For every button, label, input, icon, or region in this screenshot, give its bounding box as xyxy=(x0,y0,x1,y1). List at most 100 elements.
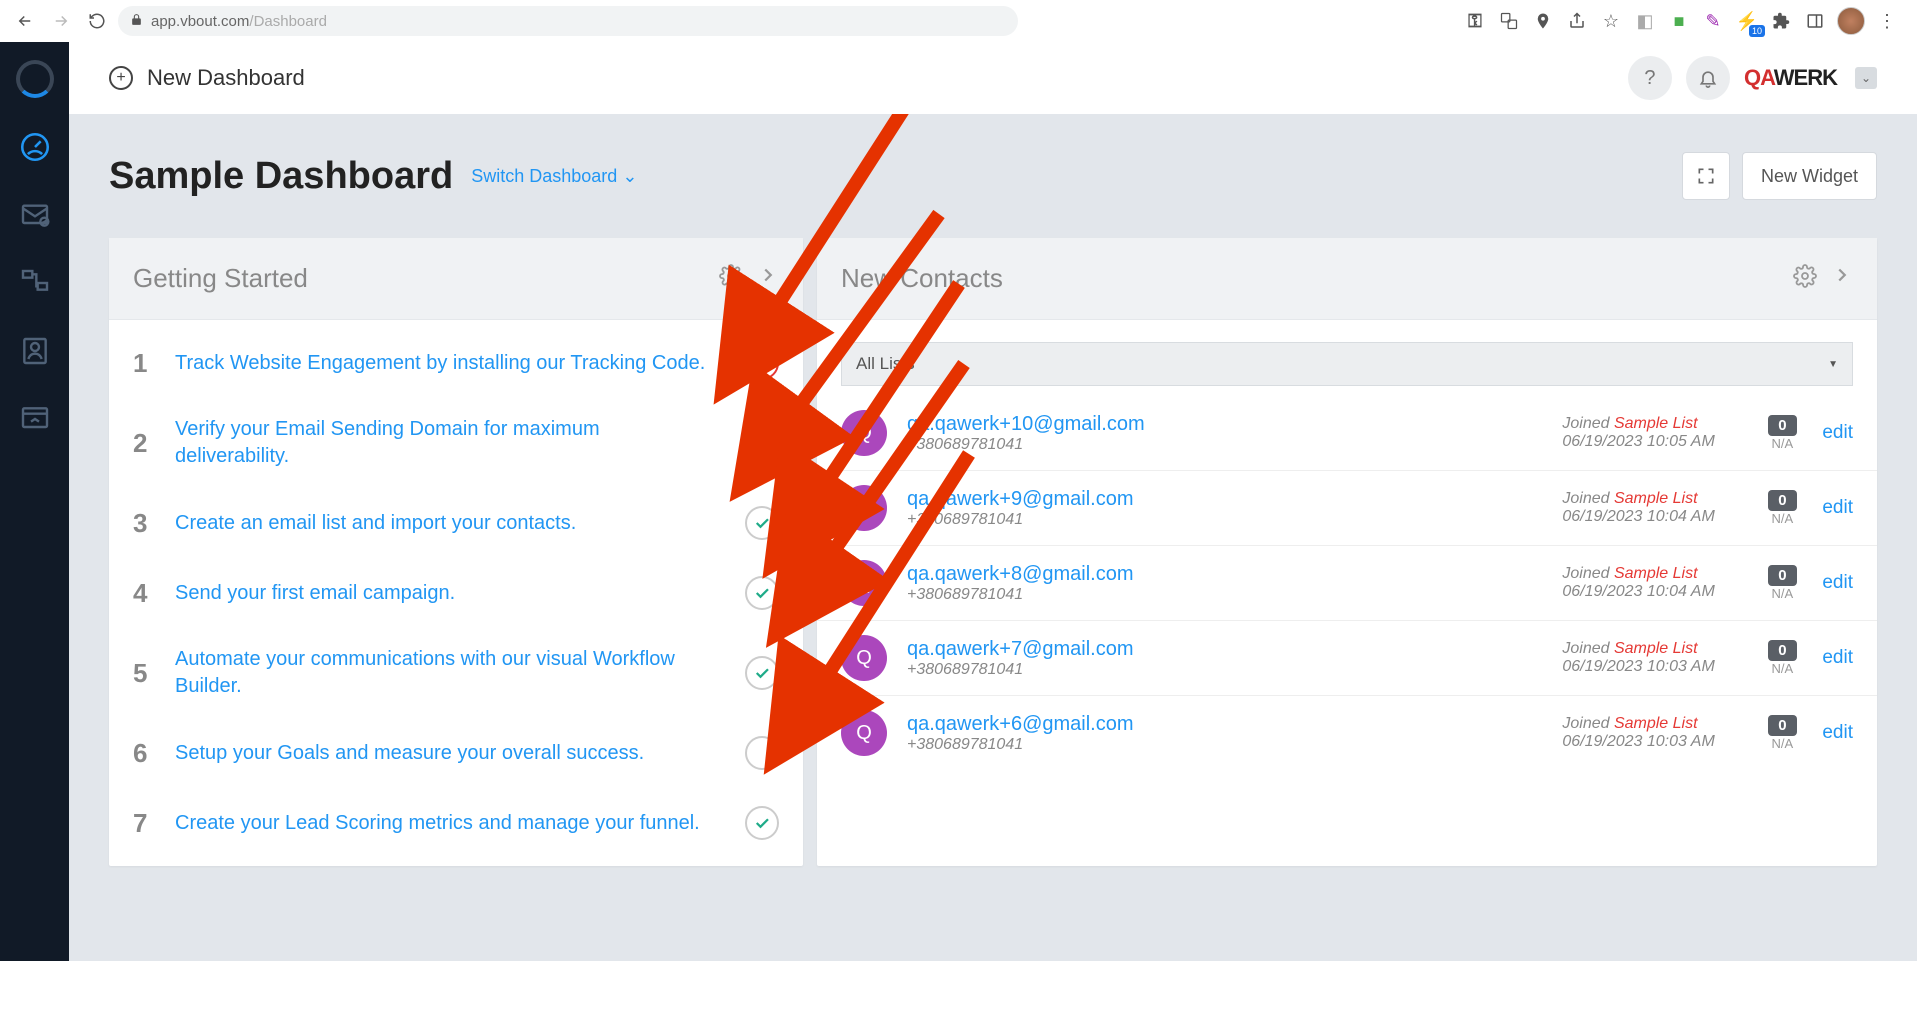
edit-link[interactable]: edit xyxy=(1822,722,1853,744)
key-icon[interactable]: ⚿ xyxy=(1463,9,1487,33)
nav-contacts[interactable] xyxy=(16,332,54,370)
forward-button[interactable] xyxy=(46,6,76,36)
fullscreen-button[interactable] xyxy=(1682,152,1730,200)
step-status-icon xyxy=(745,506,779,540)
panel-title: Getting Started xyxy=(133,263,308,294)
step-row: 3Create an email list and import your co… xyxy=(133,488,779,558)
contact-row: Qqa.qawerk+6@gmail.com+380689781041Joine… xyxy=(817,696,1877,770)
step-status-icon xyxy=(745,426,779,460)
bookmark-icon[interactable]: ☆ xyxy=(1599,9,1623,33)
step-status-icon xyxy=(745,656,779,690)
step-row: 5 Automate your communications with our v… xyxy=(133,628,779,718)
step-row: 4 Send your first email campaign. xyxy=(133,558,779,628)
help-button[interactable]: ? xyxy=(1628,56,1672,100)
back-button[interactable] xyxy=(10,6,40,36)
new-dashboard-link[interactable]: New Dashboard xyxy=(147,65,305,91)
contact-row: Qqa.qawerk+7@gmail.com+380689781041Joine… xyxy=(817,621,1877,696)
reload-button[interactable] xyxy=(82,6,112,36)
ext-icon-2[interactable]: ■ xyxy=(1667,9,1691,33)
browser-toolbar: app.vbout.com/Dashboard ⚿ ☆ ◧ ■ ✎ ⚡ ⋮ xyxy=(0,0,1917,42)
translate-icon[interactable] xyxy=(1497,9,1521,33)
extensions-icon[interactable] xyxy=(1769,9,1793,33)
edit-link[interactable]: edit xyxy=(1822,572,1853,594)
edit-link[interactable]: edit xyxy=(1822,647,1853,669)
nav-dashboard[interactable] xyxy=(16,128,54,166)
contact-email-link[interactable]: qa.qawerk+9@gmail.com xyxy=(907,488,1542,511)
dropdown-triangle-icon: ▼ xyxy=(1828,359,1838,370)
lock-icon xyxy=(130,13,143,29)
add-dashboard-icon[interactable]: + xyxy=(109,66,133,90)
step-link[interactable]: Automate your communications with our vi… xyxy=(175,646,725,700)
sidebar xyxy=(0,42,69,961)
page-title: Sample Dashboard xyxy=(109,155,453,198)
contact-count: 0N/A xyxy=(1762,565,1802,601)
contact-email-link[interactable]: qa.qawerk+10@gmail.com xyxy=(907,413,1542,436)
contact-avatar: Q xyxy=(841,560,887,606)
contact-avatar: Q xyxy=(841,410,887,456)
address-bar[interactable]: app.vbout.com/Dashboard xyxy=(118,6,1018,36)
contact-email-link[interactable]: qa.qawerk+8@gmail.com xyxy=(907,563,1542,586)
account-menu-toggle[interactable]: ⌄ xyxy=(1855,67,1877,89)
list-filter-select[interactable]: All Lists ▼ xyxy=(841,342,1853,386)
contact-row: Qqa.qawerk+9@gmail.com+380689781041 Joine… xyxy=(817,471,1877,546)
contact-row: Qqa.qawerk+10@gmail.com+380689781041 Join… xyxy=(817,396,1877,471)
account-logo[interactable]: QAWERK xyxy=(1744,65,1837,91)
location-icon[interactable] xyxy=(1531,9,1555,33)
menu-icon[interactable]: ⋮ xyxy=(1875,9,1899,33)
step-link[interactable]: Track Website Engagement by installing o… xyxy=(175,350,725,377)
filter-label: All Lists xyxy=(856,354,915,374)
step-link[interactable]: Create an email list and import your con… xyxy=(175,510,725,537)
ext-icon-4[interactable]: ⚡ xyxy=(1735,9,1759,33)
step-number: 2 xyxy=(133,428,155,459)
step-number: 4 xyxy=(133,578,155,609)
step-status-icon xyxy=(745,806,779,840)
gear-icon[interactable] xyxy=(1793,264,1817,294)
step-link[interactable]: Verify your Email Sending Domain for max… xyxy=(175,416,725,470)
contact-phone: +380689781041 xyxy=(907,736,1542,754)
step-row: 7Create your Lead Scoring metrics and ma… xyxy=(133,788,779,858)
new-widget-button[interactable]: New Widget xyxy=(1742,152,1877,200)
contact-phone: +380689781041 xyxy=(907,511,1542,529)
sidepanel-icon[interactable] xyxy=(1803,9,1827,33)
topbar: + New Dashboard ? QAWERK ⌄ xyxy=(69,42,1917,114)
contact-count: 0N/A xyxy=(1762,415,1802,451)
panel-title: New Contacts xyxy=(841,263,1003,294)
chevron-right-icon[interactable] xyxy=(1831,264,1853,294)
contact-joined: Joined Sample List06/19/2023 10:03 AM xyxy=(1562,640,1742,676)
contact-count: 0N/A xyxy=(1762,640,1802,676)
getting-started-panel: Getting Started 1Track Website Engagemen… xyxy=(109,238,803,866)
contact-avatar: Q xyxy=(841,485,887,531)
contact-joined: Joined Sample List06/19/2023 10:05 AM xyxy=(1562,415,1742,451)
share-icon[interactable] xyxy=(1565,9,1589,33)
ext-icon-1[interactable]: ◧ xyxy=(1633,9,1657,33)
step-status-icon xyxy=(745,346,779,380)
step-status-icon xyxy=(745,736,779,770)
nav-automation[interactable] xyxy=(16,264,54,302)
step-row: 2 Verify your Email Sending Domain for ma… xyxy=(133,398,779,488)
edit-link[interactable]: edit xyxy=(1822,497,1853,519)
edit-link[interactable]: edit xyxy=(1822,422,1853,444)
profile-avatar[interactable] xyxy=(1837,7,1865,35)
contact-avatar: Q xyxy=(841,635,887,681)
notifications-button[interactable] xyxy=(1686,56,1730,100)
step-row: 6 Setup your Goals and measure your overa… xyxy=(133,718,779,788)
contact-joined: Joined Sample List06/19/2023 10:04 AM xyxy=(1562,565,1742,601)
step-link[interactable]: Send your first email campaign. xyxy=(175,580,725,607)
contact-phone: +380689781041 xyxy=(907,436,1542,454)
step-number: 6 xyxy=(133,738,155,769)
step-link[interactable]: Setup your Goals and measure your overal… xyxy=(175,740,725,767)
chevron-right-icon[interactable] xyxy=(757,264,779,294)
nav-landing[interactable] xyxy=(16,400,54,438)
switch-dashboard-link[interactable]: Switch Dashboard ⌄ xyxy=(471,166,637,187)
step-number: 5 xyxy=(133,658,155,689)
ext-icon-3[interactable]: ✎ xyxy=(1701,9,1725,33)
contact-joined: Joined Sample List06/19/2023 10:04 AM xyxy=(1562,490,1742,526)
chevron-down-icon: ⌄ xyxy=(622,166,637,186)
nav-email[interactable] xyxy=(16,196,54,234)
app-logo[interactable] xyxy=(16,60,54,98)
gear-icon[interactable] xyxy=(719,264,743,294)
contact-email-link[interactable]: qa.qawerk+7@gmail.com xyxy=(907,638,1542,661)
step-link[interactable]: Create your Lead Scoring metrics and man… xyxy=(175,810,725,837)
step-status-icon xyxy=(745,576,779,610)
contact-email-link[interactable]: qa.qawerk+6@gmail.com xyxy=(907,713,1542,736)
